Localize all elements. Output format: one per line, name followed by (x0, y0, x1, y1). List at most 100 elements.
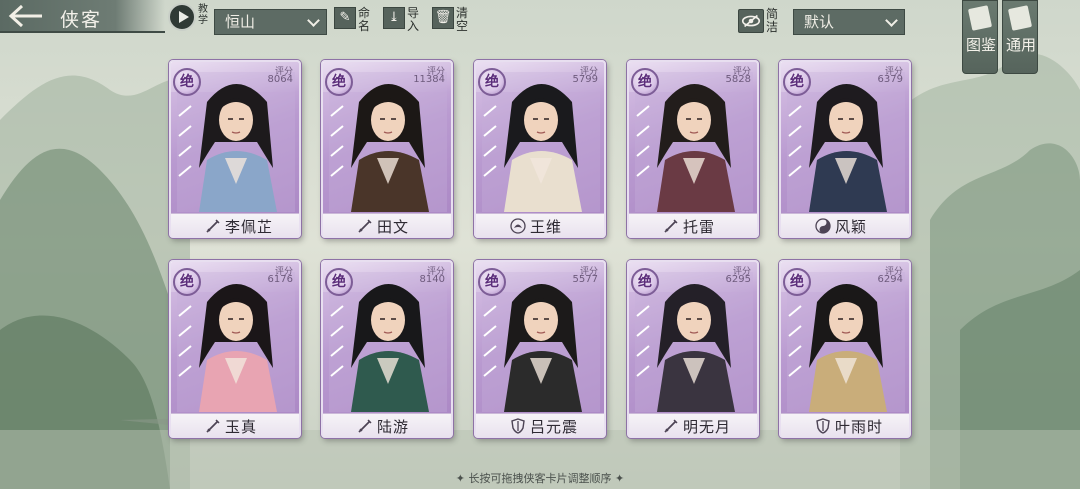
name-plate: 托雷 (629, 213, 757, 237)
sword-icon (663, 418, 679, 434)
hero-card[interactable]: 绝 评分 6295 明无月 (627, 260, 759, 438)
score-value: 8064 (267, 74, 293, 85)
rank-badge: 绝 (783, 68, 811, 96)
score-value: 6295 (725, 274, 751, 285)
score-value: 6294 (877, 274, 903, 285)
score-value: 6176 (267, 274, 293, 285)
hero-card[interactable]: 绝 评分 6379 风颖 (779, 60, 911, 238)
score-value: 5828 (725, 74, 751, 85)
rank-badge: 绝 (631, 268, 659, 296)
tutorial-button[interactable]: 教学 (168, 3, 210, 33)
tab-codex-label: 图鉴 (965, 36, 996, 54)
sword-icon (357, 418, 373, 434)
hero-card[interactable]: 绝 评分 8064 李佩芷 (169, 60, 301, 238)
hero-card[interactable]: 绝 评分 5799 王维 (474, 60, 606, 238)
filter-label: 简洁 (766, 7, 779, 34)
rank-marks (480, 302, 500, 382)
eye-icon[interactable] (738, 9, 764, 33)
sword-icon (663, 218, 679, 234)
hero-card[interactable]: 绝 评分 5828 托雷 (627, 60, 759, 238)
hero-card[interactable]: 绝 评分 8140 陆游 (321, 260, 453, 438)
rank-marks (327, 302, 347, 382)
rank-marks (480, 102, 500, 182)
hero-name: 田文 (377, 218, 410, 236)
book-icon (967, 5, 993, 31)
rank-badge: 绝 (783, 268, 811, 296)
hero-card[interactable]: 绝 评分 6176 玉真 (169, 260, 301, 438)
tab-codex[interactable]: 图鉴 (962, 0, 998, 74)
name-plate: 王维 (476, 213, 604, 237)
name-plate: 风颖 (781, 213, 909, 237)
shield-icon (815, 418, 831, 434)
shield-icon (510, 418, 526, 434)
rename-button[interactable]: ✎ 命名 (334, 7, 376, 37)
tab-general[interactable]: 通用 (1002, 0, 1038, 74)
score-value: 6379 (877, 74, 903, 85)
score-value: 5577 (572, 274, 598, 285)
score-value: 11384 (413, 74, 445, 85)
sword-icon (205, 418, 221, 434)
rank-marks (785, 102, 805, 182)
import-label: 导入 (407, 6, 420, 33)
hero-card[interactable]: 绝 评分 5577 吕元震 (474, 260, 606, 438)
import-button[interactable]: ⤓ 导入 (383, 7, 425, 37)
rank-badge: 绝 (478, 268, 506, 296)
score-value: 5799 (572, 74, 598, 85)
rank-marks (175, 102, 195, 182)
taiji-icon (815, 218, 831, 234)
brush-icon: ✎ (334, 7, 356, 29)
name-plate: 明无月 (629, 413, 757, 437)
lotus-icon (510, 218, 526, 234)
sort-select[interactable]: 默认 (793, 9, 905, 35)
hero-name: 叶雨时 (835, 418, 884, 436)
chevron-down-icon (885, 14, 898, 27)
trash-icon: 🗑 (432, 7, 454, 29)
name-plate: 吕元震 (476, 413, 604, 437)
rank-marks (175, 302, 195, 382)
download-icon: ⤓ (383, 7, 405, 29)
name-plate: 陆游 (323, 413, 451, 437)
hero-name: 陆游 (377, 418, 410, 436)
sort-select-value: 默认 (804, 13, 835, 31)
sword-icon (357, 218, 373, 234)
page-title: 侠客 (60, 9, 103, 31)
hero-name: 玉真 (225, 418, 258, 436)
drag-hint: ✦ 长按可拖拽侠客卡片调整顺序 ✦ (455, 472, 625, 485)
hero-name: 李佩芷 (225, 218, 274, 236)
score-value: 8140 (419, 274, 445, 285)
book-icon (1007, 5, 1033, 31)
clear-button[interactable]: 🗑 清空 (432, 7, 474, 37)
name-plate: 玉真 (171, 413, 299, 437)
hero-name: 王维 (530, 218, 563, 236)
hero-card[interactable]: 绝 评分 11384 田文 (321, 60, 453, 238)
rank-badge: 绝 (631, 68, 659, 96)
name-plate: 李佩芷 (171, 213, 299, 237)
hero-name: 吕元震 (530, 418, 579, 436)
top-bar: 侠客 教学 恒山 ✎ 命名 ⤓ 导入 🗑 清空 简洁 默认 图鉴 通用 (0, 0, 1080, 74)
rank-marks (633, 302, 653, 382)
clear-label: 清空 (456, 6, 469, 33)
rank-marks (785, 302, 805, 382)
rename-label: 命名 (358, 6, 371, 33)
sect-select[interactable]: 恒山 (214, 9, 327, 35)
rank-badge: 绝 (173, 268, 201, 296)
back-arrow-icon[interactable] (6, 3, 46, 29)
hero-name: 明无月 (683, 418, 732, 436)
back-tab: 侠客 (0, 0, 165, 33)
hero-card[interactable]: 绝 评分 6294 叶雨时 (779, 260, 911, 438)
sword-icon (205, 218, 221, 234)
tutorial-label: 教学 (198, 4, 208, 26)
hero-name: 托雷 (683, 218, 716, 236)
tab-general-label: 通用 (1005, 36, 1036, 54)
sect-select-value: 恒山 (225, 13, 256, 31)
play-icon (168, 3, 196, 31)
name-plate: 叶雨时 (781, 413, 909, 437)
rank-badge: 绝 (325, 68, 353, 96)
rank-marks (633, 102, 653, 182)
chevron-down-icon (307, 14, 320, 27)
hero-name: 风颖 (835, 218, 868, 236)
name-plate: 田文 (323, 213, 451, 237)
rank-badge: 绝 (325, 268, 353, 296)
rank-badge: 绝 (173, 68, 201, 96)
rank-marks (327, 102, 347, 182)
